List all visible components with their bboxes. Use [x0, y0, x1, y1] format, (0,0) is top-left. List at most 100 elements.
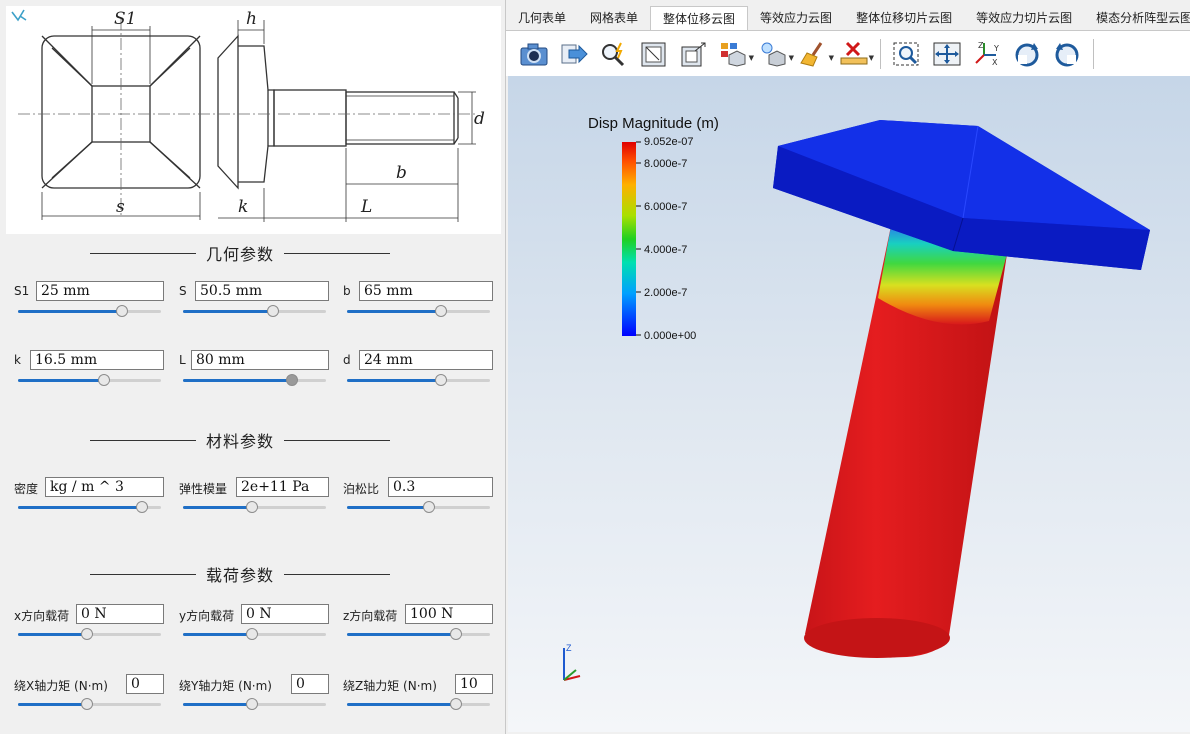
fy-input[interactable]: 0 N [241, 604, 329, 624]
mx-input[interactable]: 0 [126, 674, 164, 694]
param-poisson-label: 泊松比 [343, 482, 380, 496]
label-L: L [360, 197, 372, 217]
colorbar-tick: 6.000e-7 [644, 201, 687, 213]
box-zoom-icon[interactable] [887, 34, 927, 74]
poisson-input[interactable]: 0.3 [388, 477, 493, 497]
param-fz-label: z方向载荷 [343, 609, 398, 623]
l-slider[interactable] [183, 374, 326, 386]
result-tabs: 几何表单 网格表单 整体位移云图 等效应力云图 整体位移切片云图 等效应力切片云… [506, 6, 1190, 30]
measure-icon[interactable]: ▼ [834, 34, 874, 74]
modulus-slider[interactable] [183, 501, 326, 513]
label-s: s [116, 197, 125, 217]
my-slider[interactable] [183, 698, 326, 710]
fy-slider[interactable] [183, 628, 326, 640]
fit-view-icon[interactable] [674, 34, 714, 74]
view-toolbar: ▼ ▼ ▼ ▼ ZYX [506, 30, 1190, 76]
mx-slider[interactable] [18, 698, 161, 710]
tab-displacement-slice[interactable]: 整体位移切片云图 [844, 6, 964, 30]
tab-stress-contour[interactable]: 等效应力云图 [748, 6, 844, 30]
toolbar-separator-end [1093, 38, 1094, 69]
k-slider[interactable] [18, 374, 161, 386]
label-b: b [396, 163, 407, 183]
param-s: S 50.5 mm [179, 281, 329, 321]
pan-icon[interactable] [927, 34, 967, 74]
rotate-ccw-icon[interactable] [1047, 34, 1087, 74]
s1-slider[interactable] [18, 305, 161, 317]
fx-input[interactable]: 0 N [76, 604, 164, 624]
zoom-inspect-icon[interactable] [594, 34, 634, 74]
tab-geometry-form[interactable]: 几何表单 [506, 6, 578, 30]
tab-mesh-form[interactable]: 网格表单 [578, 6, 650, 30]
param-l: L 80 mm [179, 350, 329, 390]
export-icon[interactable] [554, 34, 594, 74]
orientation-triad: Z [563, 643, 581, 681]
label-k: k [238, 197, 248, 217]
mz-slider[interactable] [347, 698, 490, 710]
triad-z-label: Z [566, 643, 572, 653]
colorbar-max: 9.052e-07 [644, 136, 694, 148]
param-fy: y方向载荷 0 N [179, 604, 329, 644]
mz-input[interactable]: 10 [455, 674, 493, 694]
geometry-title-text: 几何参数 [206, 245, 275, 264]
light-icon[interactable]: ▼ [754, 34, 794, 74]
tab-stress-slice[interactable]: 等效应力切片云图 [964, 6, 1084, 30]
param-density-label: 密度 [14, 482, 39, 496]
3d-viewport[interactable]: Disp Magnitude (m) 9.052e-07 8.000e-7 6.… [508, 76, 1190, 732]
s-slider[interactable] [183, 305, 326, 317]
param-mz: 绕Z轴力矩 (N·m) 10 [343, 674, 493, 714]
param-mx-label: 绕X轴力矩 (N·m) [14, 679, 108, 693]
param-mx: 绕X轴力矩 (N·m) 0 [14, 674, 164, 714]
param-fx-label: x方向载荷 [14, 609, 70, 623]
bolt-shank-end [804, 618, 950, 658]
d-input[interactable]: 24 mm [359, 350, 493, 370]
param-s1: S1 25 mm [14, 281, 164, 321]
result-panel: 几何表单 网格表单 整体位移云图 等效应力云图 整体位移切片云图 等效应力切片云… [505, 0, 1190, 734]
fx-slider[interactable] [18, 628, 161, 640]
fz-input[interactable]: 100 N [405, 604, 493, 624]
param-mz-label: 绕Z轴力矩 (N·m) [343, 679, 437, 693]
rotate-cw-icon[interactable] [1007, 34, 1047, 74]
param-d-label: d [343, 353, 351, 367]
param-my: 绕Y轴力矩 (N·m) 0 [179, 674, 329, 714]
param-s-label: S [179, 284, 187, 298]
load-title-text: 载荷参数 [206, 566, 275, 585]
density-slider[interactable] [18, 501, 161, 513]
colorbar-tick: 4.000e-7 [644, 244, 687, 256]
fz-slider[interactable] [347, 628, 490, 640]
param-modulus: 弹性模量 2e+11 Pa [179, 477, 329, 517]
param-density: 密度 kg / m ^ 3 [14, 477, 164, 517]
b-slider[interactable] [347, 305, 490, 317]
bolt-drawing: S1 h d b s k L [6, 6, 501, 234]
display-mode-icon[interactable]: ▼ [714, 34, 754, 74]
b-input[interactable]: 65 mm [359, 281, 493, 301]
s-input[interactable]: 50.5 mm [195, 281, 329, 301]
camera-icon[interactable] [514, 34, 554, 74]
k-input[interactable]: 16.5 mm [30, 350, 164, 370]
l-input[interactable]: 80 mm [191, 350, 329, 370]
poisson-slider[interactable] [347, 501, 490, 513]
label-d: d [474, 109, 485, 129]
colorbar-gradient [622, 142, 636, 336]
material-title-text: 材料参数 [206, 432, 275, 451]
modulus-input[interactable]: 2e+11 Pa [236, 477, 329, 497]
param-poisson: 泊松比 0.3 [343, 477, 493, 517]
d-slider[interactable] [347, 374, 490, 386]
axes-icon[interactable]: ZYX [967, 34, 1007, 74]
my-input[interactable]: 0 [291, 674, 329, 694]
label-h: h [246, 9, 257, 29]
tab-modal-shape[interactable]: 模态分析阵型云图 [1084, 6, 1190, 30]
bolt-technical-drawing: S1 h d b s k L [11, 9, 485, 222]
s1-input[interactable]: 25 mm [36, 281, 164, 301]
tab-displacement-contour[interactable]: 整体位移云图 [650, 6, 749, 30]
svg-text:Y: Y [993, 44, 999, 53]
svg-text:Z: Z [978, 41, 984, 50]
param-b-label: b [343, 284, 351, 298]
density-input[interactable]: kg / m ^ 3 [45, 477, 164, 497]
clear-brush-icon[interactable]: ▼ [794, 34, 834, 74]
param-d: d 24 mm [343, 350, 493, 390]
label-s1: S1 [114, 9, 136, 29]
parameter-panel: S1 h d b s k L 几何参数 S1 25 mm S 50.5 mm b… [0, 0, 505, 734]
param-k-label: k [14, 353, 21, 367]
param-fx: x方向载荷 0 N [14, 604, 164, 644]
reset-view-icon[interactable] [634, 34, 674, 74]
